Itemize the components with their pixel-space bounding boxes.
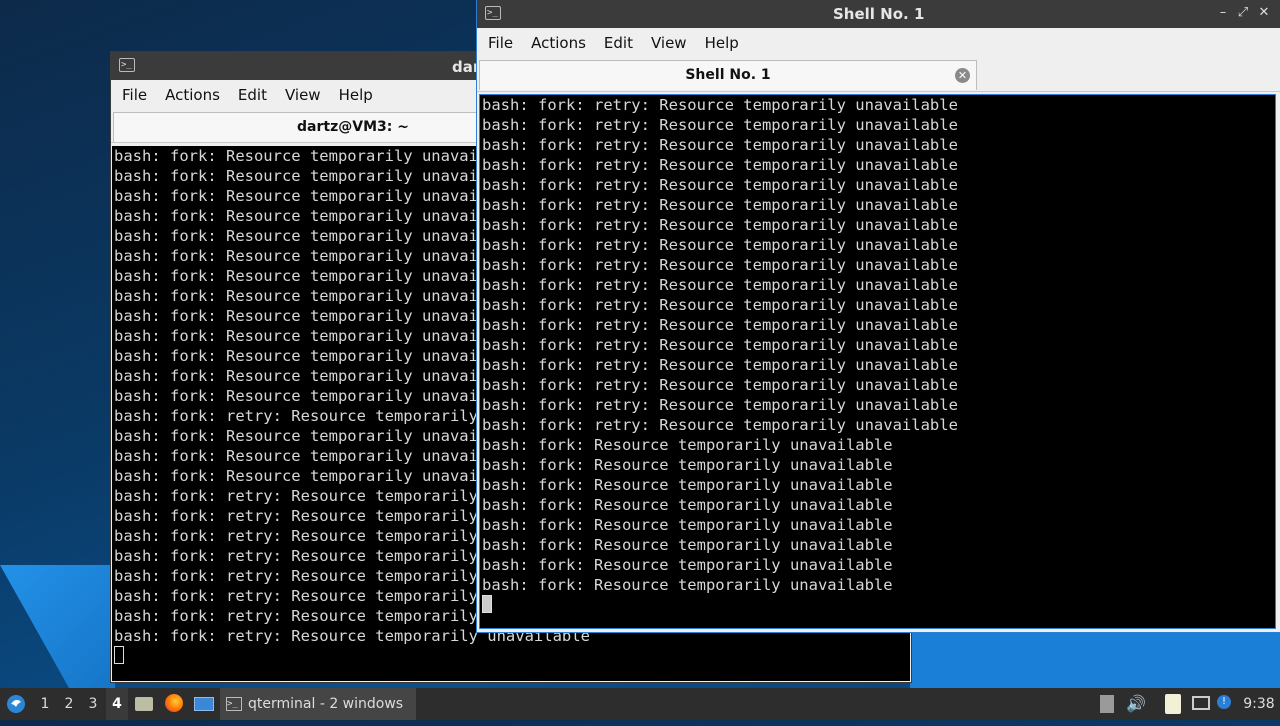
menu-actions[interactable]: Actions [522,28,595,58]
workspace-1[interactable]: 1 [36,688,54,720]
terminal-line: bash: fork: retry: Resource temporarily … [482,356,958,374]
terminal-line: bash: fork: retry: Resource temporarily … [482,296,958,314]
terminal-line: bash: fork: retry: Resource temporarily … [482,396,958,414]
close-icon[interactable]: ✕ [955,68,970,83]
menu-edit[interactable]: Edit [229,80,276,110]
terminal-line: bash: fork: retry: Resource temporarily … [482,216,958,234]
menu-edit[interactable]: Edit [595,28,642,58]
terminal-line: bash: fork: Resource temporarily unavail… [482,456,893,474]
terminal-line: bash: fork: Resource temporarily unavail… [482,496,893,514]
front-window-tabbar: Shell No. 1 ✕ [477,58,1280,92]
clipboard-icon[interactable] [1162,688,1184,720]
terminal-line: bash: fork: Resource temporarily unavail… [482,476,893,494]
tab-label: Shell No. 1 [685,67,771,83]
terminal-line: bash: fork: retry: Resource temporarily … [482,96,958,114]
terminal-line: bash: fork: retry: Resource temporarily … [482,256,958,274]
task-label: qterminal - 2 windows [248,696,404,712]
update-icon[interactable] [1098,688,1116,720]
show-desktop-icon[interactable] [193,688,215,720]
volume-icon[interactable]: 🔊 [1126,688,1146,720]
terminal-icon: >_ [119,58,135,72]
terminal-line: bash: fork: retry: Resource temporarily … [482,196,958,214]
firefox-icon[interactable] [163,688,185,720]
front-window-menubar: File Actions Edit View Help [477,28,1280,58]
terminal-line: bash: fork: Resource temporarily unavail… [482,536,893,554]
terminal-line: bash: fork: retry: Resource temporarily … [482,236,958,254]
menu-actions[interactable]: Actions [156,80,229,110]
terminal-line: bash: fork: retry: Resource temporarily … [482,116,958,134]
terminal-line: bash: fork: retry: Resource temporarily … [482,276,958,294]
workspace-3[interactable]: 3 [84,688,102,720]
terminal-line: bash: fork: retry: Resource temporarily … [482,376,958,394]
front-terminal-window[interactable]: >_ Shell No. 1 – ⤢ ✕ File Actions Edit V… [477,0,1280,632]
terminal-line: bash: fork: Resource temporarily unavail… [482,516,893,534]
menu-view[interactable]: View [276,80,330,110]
network-icon[interactable] [1190,688,1212,720]
terminal-line: bash: fork: retry: Resource temporarily … [482,176,958,194]
terminal-line: bash: fork: Resource temporarily unavail… [482,556,893,574]
terminal-icon: >_ [485,6,501,20]
taskbar-task-qterminal[interactable]: >_ qterminal - 2 windows [220,688,416,720]
terminal-line: bash: fork: Resource temporarily unavail… [482,436,893,454]
terminal-cursor-line [112,646,910,666]
tab-shell-no-1[interactable]: Shell No. 1 ✕ [479,60,977,90]
terminal-line: bash: fork: Resource temporarily unavail… [482,576,893,594]
desktop-wallpaper-shape [910,630,1280,688]
menu-view[interactable]: View [642,28,696,58]
close-button[interactable]: ✕ [1256,5,1272,21]
clock[interactable]: 9:38 [1240,688,1278,720]
front-window-title: Shell No. 1 [833,5,925,23]
terminal-line: bash: fork: retry: Resource temporarily … [482,336,958,354]
notification-icon[interactable]: ! [1214,688,1234,720]
menu-file[interactable]: File [479,28,522,58]
terminal-line: bash: fork: retry: Resource temporarily … [482,416,958,434]
menu-help[interactable]: Help [330,80,382,110]
terminal-line: bash: fork: retry: Resource temporarily … [482,136,958,154]
maximize-button[interactable]: ⤢ [1235,5,1251,21]
workspace-2[interactable]: 2 [60,688,78,720]
text-cursor [114,646,124,664]
workspace-4[interactable]: 4 [106,688,128,720]
file-manager-icon[interactable] [134,688,154,720]
front-window-titlebar[interactable]: >_ Shell No. 1 – ⤢ ✕ [477,0,1280,28]
tab-label: dartz@VM3: ~ [297,119,409,135]
taskbar: 1 2 3 4 >_ qterminal - 2 windows 🔊 ! 9:38 [0,688,1280,720]
terminal-line: bash: fork: retry: Resource temporarily … [482,156,958,174]
menu-file[interactable]: File [113,80,156,110]
front-terminal-output[interactable]: bash: fork: retry: Resource temporarily … [479,94,1276,629]
minimize-button[interactable]: – [1215,5,1231,21]
start-menu-icon[interactable] [4,688,28,720]
terminal-icon: >_ [226,697,242,711]
terminal-cursor-line [480,595,1275,615]
desktop-wallpaper-shape [0,565,115,688]
text-cursor [482,595,492,613]
menu-help[interactable]: Help [696,28,748,58]
terminal-line: bash: fork: retry: Resource temporarily … [482,316,958,334]
